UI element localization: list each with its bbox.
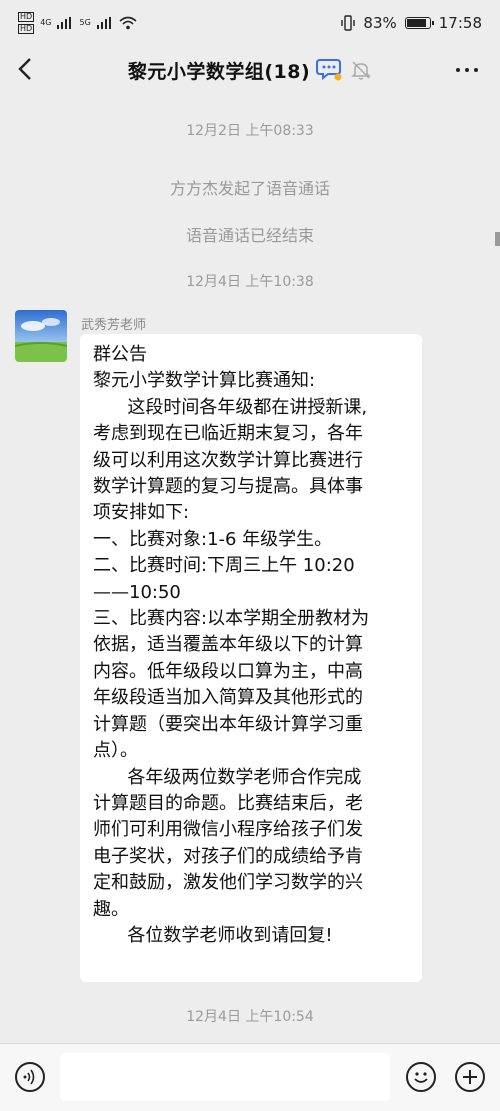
network-type-1: 4G	[40, 18, 52, 27]
message-line: 黎元小学数学计算比赛通知:	[93, 370, 316, 392]
message-line: 师们可利用微信小程序给孩子们发	[93, 819, 363, 841]
message-line: 趣。	[93, 898, 129, 920]
network-type-2: 5G	[79, 18, 91, 27]
message-line: 项安排如下:	[93, 502, 190, 524]
chat-title: 黎元小学数学组(18)	[127, 60, 311, 83]
message-line: 一、比赛对象:1-6 年级学生。	[93, 528, 333, 550]
add-icon[interactable]	[455, 1062, 485, 1092]
message-line: ——10:50	[93, 581, 181, 603]
message-line: 各位数学老师收到请回复!	[93, 924, 333, 946]
scroll-indicator[interactable]	[495, 232, 500, 246]
message-line: 计算题目的命题。比赛结束后，老	[93, 792, 363, 814]
input-bar	[0, 1043, 500, 1111]
title-wrap: 黎元小学数学组(18)	[0, 46, 500, 94]
status-right: 83% 17:58	[341, 14, 482, 32]
message-line: 点）。	[93, 740, 138, 762]
vibrate-icon	[341, 15, 356, 31]
message-line: 计算题（要突出本年级计算学习重	[93, 713, 363, 735]
message-input[interactable]	[60, 1053, 390, 1101]
message-line: 依据，适当覆盖本年级以下的计算	[93, 634, 363, 656]
chat-header: 黎元小学数学组(18)	[0, 46, 500, 94]
wifi-icon	[119, 16, 137, 30]
hd-icon: HD HD	[18, 12, 35, 34]
signal-icon-2	[96, 17, 113, 29]
chat-bubble-icon	[316, 59, 342, 81]
voice-icon[interactable]	[15, 1062, 45, 1092]
system-message-call-started: 方方杰发起了语音通话	[169, 179, 330, 198]
emoji-icon[interactable]	[406, 1062, 436, 1092]
message-line: 各年级两位数学老师合作完成	[93, 766, 362, 788]
message-line: 电子奖状，对孩子们的成绩给予肯	[93, 845, 363, 867]
message-bubble[interactable]: 群公告 黎元小学数学计算比赛通知: 这段时间各年级都在讲授新课, 考虑到现在已临…	[80, 334, 422, 982]
message-line: 级可以利用这次数学计算比赛进行	[93, 449, 363, 471]
sender-name: 武秀芳老师	[81, 318, 147, 333]
message-line: 考虑到现在已临近期末复习，各年	[93, 423, 363, 445]
network-indicators: HD HD 4G 5G	[18, 12, 137, 34]
message-line: 群公告	[93, 344, 147, 365]
signal-icon-1	[57, 17, 73, 29]
message-text: 群公告 黎元小学数学计算比赛通知: 这段时间各年级都在讲授新课, 考虑到现在已临…	[93, 342, 415, 949]
message-line: 内容。低年级段以口算为主，中高	[93, 660, 363, 682]
system-message-call-ended: 语音通话已经结束	[185, 226, 314, 245]
timestamp-2: 12月4日 上午10:38	[186, 274, 314, 290]
timestamp-3: 12月4日 上午10:54	[186, 1009, 314, 1025]
timestamp-1: 12月2日 上午08:33	[186, 123, 314, 139]
message-line: 年级段适当加入简算及其他形式的	[93, 687, 363, 709]
mute-bell-icon	[351, 61, 371, 80]
status-bar: HD HD 4G 5G 83% 17:58	[0, 0, 500, 46]
clock: 17:58	[438, 14, 482, 32]
battery-percent: 83%	[363, 14, 397, 32]
more-dots-icon[interactable]	[456, 68, 478, 72]
message-line: 三、比赛内容:以本学期全册教材为	[93, 608, 370, 630]
message-line: 二、比赛时间:下周三上午 10:20	[93, 555, 355, 577]
message-line: 定和鼓励，激发他们学习数学的兴	[93, 872, 363, 894]
message-line: 这段时间各年级都在讲授新课,	[93, 396, 368, 418]
avatar[interactable]	[15, 310, 67, 362]
battery-icon	[404, 17, 434, 29]
message-line: 数学计算题的复习与提高。具体事	[93, 476, 363, 498]
